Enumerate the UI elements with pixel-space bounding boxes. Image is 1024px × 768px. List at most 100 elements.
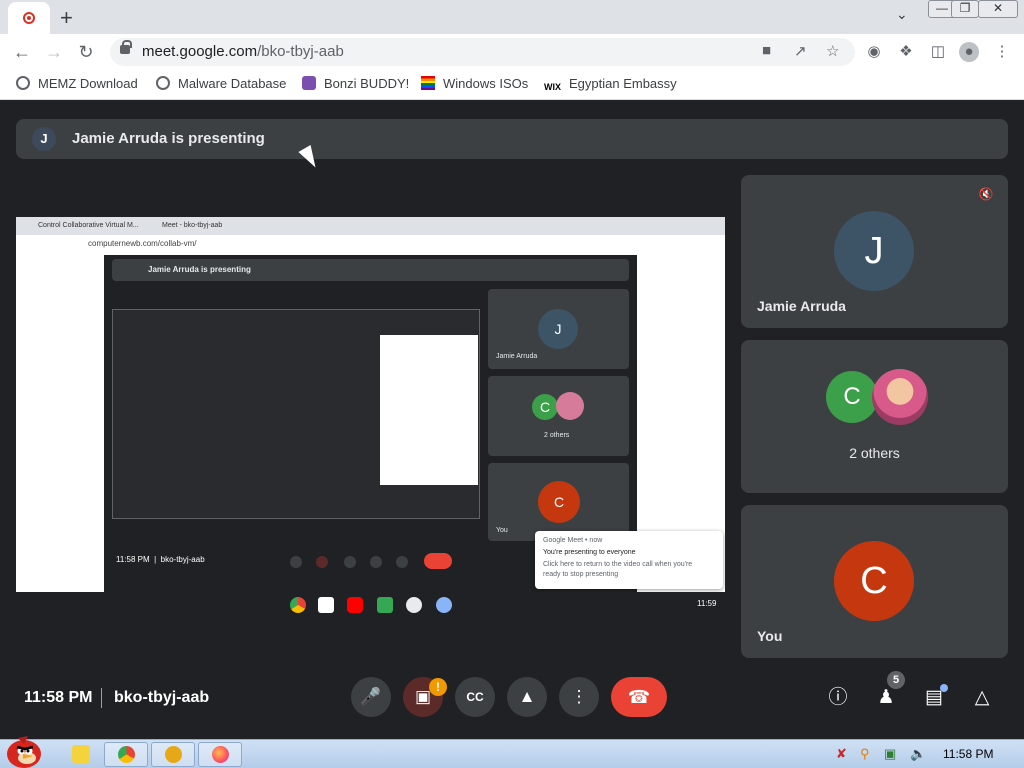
address-bar[interactable]: meet.google.com/bko-tbyj-aab ■ ↗ ☆: [110, 38, 855, 66]
participant-name: Jamie Arruda: [757, 298, 846, 314]
xbox-icon: [164, 746, 182, 763]
shared-tile-avatar: C: [538, 481, 580, 523]
menu-kebab-icon[interactable]: ⋮: [992, 42, 1012, 62]
tray-volume-icon[interactable]: 🔈: [910, 746, 926, 762]
start-angry-bird-icon[interactable]: [2, 732, 46, 768]
mic-off-icon: 🔇: [978, 187, 994, 201]
meeting-details-button[interactable]: ⓘ: [826, 686, 850, 710]
participant-tile-others[interactable]: C 2 others: [741, 340, 1008, 493]
rainbow-flag-icon: [421, 76, 435, 90]
shared-time-code: 11:58 PM | bko-tbyj-aab: [116, 555, 205, 564]
reload-icon[interactable]: ↻: [74, 40, 98, 64]
leave-call-button[interactable]: ☎: [611, 677, 667, 717]
people-button[interactable]: ♟: [874, 686, 898, 710]
close-window-button[interactable]: ✕: [978, 0, 1018, 18]
people-icon: ♟: [877, 687, 895, 708]
bookmark-malware-database[interactable]: Malware Database: [156, 76, 286, 91]
taskbar-clock[interactable]: 11:58 PM: [943, 747, 993, 761]
participant-tile-jamie[interactable]: 🔇 J Jamie Arruda: [741, 175, 1008, 328]
forward-arrow-icon[interactable]: →: [42, 40, 66, 64]
shared-tile-you: C You: [488, 463, 629, 541]
chat-notification-dot: [940, 684, 948, 692]
tray-battery-icon[interactable]: ▣: [884, 746, 896, 762]
participant-name: You: [757, 628, 783, 644]
shared-url: computernewb.com/collab-vm/: [88, 239, 197, 248]
camera-icon[interactable]: ■: [762, 42, 771, 59]
present-icon: ▲: [518, 687, 536, 706]
shared-tile-avatar: C: [532, 394, 558, 420]
bookmark-bonzi-buddy[interactable]: Bonzi BUDDY!: [302, 76, 409, 91]
shared-tile-others: C 2 others: [488, 376, 629, 456]
wix-icon: WIX: [544, 82, 561, 92]
captions-button[interactable]: CC: [455, 677, 495, 717]
vm-icon: [406, 597, 422, 613]
participant-name: 2 others: [849, 445, 900, 461]
globe-icon: [16, 76, 30, 90]
notif-body-2: ready to stop presenting: [543, 571, 619, 578]
shared-shelf: 11:59: [16, 592, 725, 618]
globe-icon: [156, 76, 170, 90]
shared-tab-1: Control Collaborative Virtual M...: [38, 222, 139, 229]
hangup-icon: ☎: [627, 687, 651, 707]
bookmark-windows-isos[interactable]: Windows ISOs: [421, 76, 528, 91]
tray-warning-icon[interactable]: ✘: [836, 746, 847, 762]
bookmark-egyptian-embassy[interactable]: WIX Egyptian Embassy: [544, 76, 677, 96]
back-arrow-icon[interactable]: ←: [10, 40, 34, 64]
activities-button[interactable]: △: [970, 686, 994, 710]
nested-chat-panel: [380, 335, 478, 485]
settings-gear-icon: [436, 597, 452, 613]
maximize-button[interactable]: ❐: [951, 0, 979, 18]
tab-meet[interactable]: [8, 2, 50, 34]
bookmark-star-icon[interactable]: ☆: [826, 42, 839, 60]
extensions-puzzle-icon[interactable]: ❖: [896, 42, 916, 62]
more-options-button[interactable]: ⋮: [559, 677, 599, 717]
gmail-icon: [318, 597, 334, 613]
notif-body-1: Click here to return to the video call w…: [543, 561, 693, 568]
url-host: meet.google.com: [142, 43, 258, 60]
shared-code: bko-tbyj-aab: [160, 555, 205, 564]
bonzi-icon: [302, 76, 316, 90]
shared-tab-strip: Control Collaborative Virtual M... Meet …: [16, 217, 725, 235]
shared-tile-name: You: [496, 527, 508, 534]
presenting-notification[interactable]: Google Meet • now You're presenting to e…: [535, 531, 723, 589]
bookmark-label: MEMZ Download: [38, 76, 138, 91]
microphone-button[interactable]: 🎤: [351, 677, 391, 717]
profile-avatar-icon[interactable]: ●: [959, 42, 979, 62]
taskbar-firefox[interactable]: [198, 742, 242, 767]
bookmark-label: Malware Database: [178, 76, 287, 91]
presenting-text: Jamie Arruda is presenting: [72, 130, 265, 147]
bookmarks-bar: MEMZ Download Malware Database Bonzi BUD…: [0, 70, 1024, 100]
shared-camera-icon: [316, 556, 328, 568]
bookmark-label: Windows ISOs: [443, 76, 529, 91]
present-now-button[interactable]: ▲: [507, 677, 547, 717]
url-path: /bko-tbyj-aab: [257, 43, 344, 60]
participant-tile-you[interactable]: C You: [741, 505, 1008, 658]
shared-present-icon: [370, 556, 382, 568]
tab-strip: + ⌄ — ❐ ✕: [0, 0, 1024, 34]
tray-search-icon[interactable]: ⚲: [860, 746, 870, 762]
meeting-code: bko-tbyj-aab: [114, 689, 210, 706]
tab-search-chevron-icon[interactable]: ⌄: [896, 6, 908, 23]
shelf-time: 11:59: [697, 599, 717, 608]
share-icon[interactable]: ↗: [794, 42, 807, 60]
divider: [101, 688, 102, 708]
url-text: meet.google.com/bko-tbyj-aab: [142, 43, 344, 60]
chrome-icon: [117, 746, 135, 763]
recording-icon: [23, 12, 35, 24]
info-icon: ⓘ: [828, 687, 848, 708]
bookmark-label: Bonzi BUDDY!: [324, 76, 410, 91]
side-panel-icon[interactable]: ◫: [928, 42, 948, 62]
shared-hangup-icon: [424, 553, 452, 569]
meet-icon: [377, 597, 393, 613]
bookmark-memz[interactable]: MEMZ Download: [16, 76, 138, 91]
participant-avatar: J: [834, 211, 914, 291]
explorer-icon[interactable]: [72, 745, 90, 763]
shared-more-icon: [396, 556, 408, 568]
shared-mic-icon: [290, 556, 302, 568]
presenting-banner: J Jamie Arruda is presenting: [16, 119, 1008, 159]
taskbar-chrome[interactable]: [104, 742, 148, 767]
taskbar-xbox[interactable]: [151, 742, 195, 767]
new-tab-button[interactable]: +: [60, 5, 73, 31]
camera-warning-badge: !: [429, 678, 447, 696]
profile-extension-icon[interactable]: ◉: [864, 42, 884, 62]
